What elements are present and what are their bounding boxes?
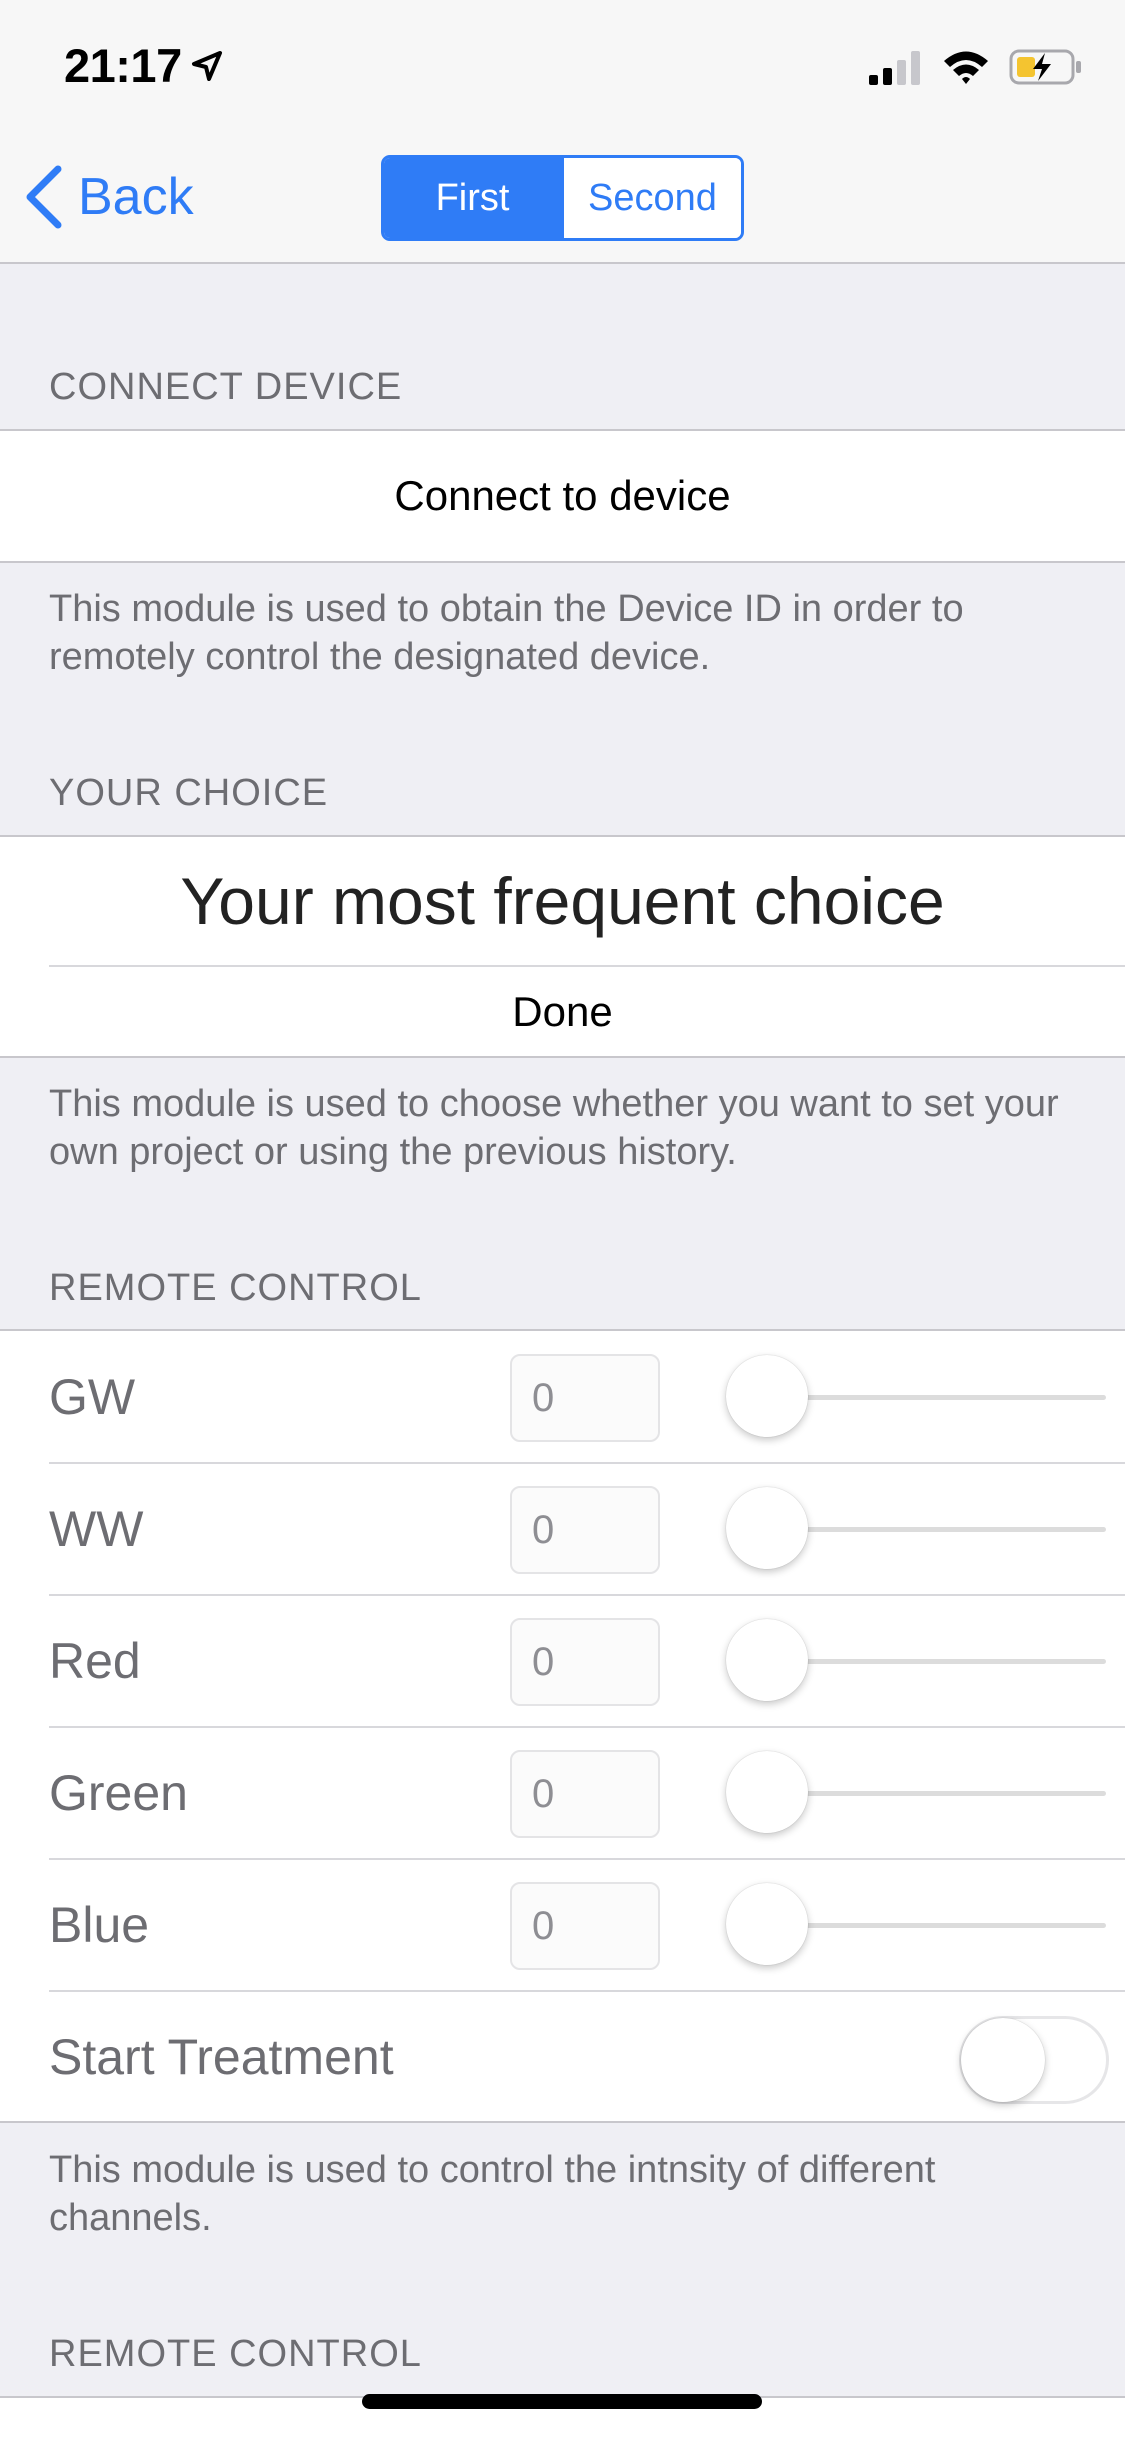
choice-section-header: YOUR CHOICE [49,772,329,814]
remote-section-footer: This module is used to control the intns… [49,2149,936,2239]
segment-second[interactable]: Second [561,158,741,238]
slider-thumb[interactable] [726,1883,808,1965]
segmented-control: First Second [381,155,744,241]
status-time-text: 21:17 [64,39,182,92]
channel-label: WW [49,1501,144,1557]
channel-slider[interactable] [726,1619,1106,1703]
slider-track [766,1527,1106,1532]
channel-slider[interactable] [726,1355,1106,1439]
home-indicator [362,2394,762,2409]
slider-thumb[interactable] [726,1355,808,1437]
channel-row-red: Red [0,1595,1125,1727]
channel-row-green: Green [0,1727,1125,1859]
channel-slider[interactable] [726,1487,1106,1571]
channel-row-ww: WW [0,1463,1125,1595]
navigation-bar: Back First Second [0,132,1125,264]
channel-label: GW [49,1369,136,1425]
choice-group: Your most frequent choice Done [0,835,1125,1058]
channel-value-input[interactable] [510,1354,660,1442]
back-button[interactable]: Back [24,162,194,232]
slider-thumb[interactable] [726,1751,808,1833]
slider-thumb[interactable] [726,1619,808,1701]
channel-row-gw: GW [0,1331,1125,1463]
slider-track [766,1659,1106,1664]
channel-row-blue: Blue [0,1859,1125,1991]
connect-section-footer: This module is used to obtain the Device… [49,588,964,678]
start-treatment-toggle[interactable] [959,2016,1109,2104]
connect-section-header: CONNECT DEVICE [49,366,403,408]
segment-first[interactable]: First [384,158,561,238]
channel-value-input[interactable] [510,1882,660,1970]
choice-title: Your most frequent choice [180,864,945,938]
connect-group: Connect to device [0,429,1125,563]
battery-charging-icon [1009,49,1081,85]
remote2-section-header: REMOTE CONTROL [49,2333,422,2375]
cellular-signal-icon [869,51,920,85]
chevron-left-icon [26,165,62,229]
connect-device-button[interactable]: Connect to device [0,431,1125,561]
channel-value-input[interactable] [510,1618,660,1706]
channel-label: Red [49,1633,141,1689]
start-treatment-label: Start Treatment [49,2029,394,2085]
channel-slider[interactable] [726,1751,1106,1835]
channel-label: Blue [49,1897,150,1953]
slider-track [766,1395,1106,1400]
slider-track [766,1923,1106,1928]
toggle-knob [961,2018,1045,2102]
location-arrow-icon [191,50,222,81]
channel-label: Green [49,1765,188,1821]
slider-thumb[interactable] [726,1487,808,1569]
done-button[interactable]: Done [0,967,1125,1056]
start-treatment-row: Start Treatment [0,1991,1125,2123]
back-button-label: Back [78,168,194,226]
status-indicators [867,48,1083,86]
status-bar: 21:17 [0,0,1125,132]
channel-slider[interactable] [726,1883,1106,1967]
remote-section-header: REMOTE CONTROL [49,1267,422,1309]
channel-value-input[interactable] [510,1750,660,1838]
choice-section-footer: This module is used to choose whether yo… [49,1083,1059,1173]
status-time: 21:17 [64,38,224,93]
wifi-icon [944,51,988,84]
channel-value-input[interactable] [510,1486,660,1574]
remote-control-group: GW WW Red Green Blue [0,1329,1125,2123]
slider-track [766,1791,1106,1796]
